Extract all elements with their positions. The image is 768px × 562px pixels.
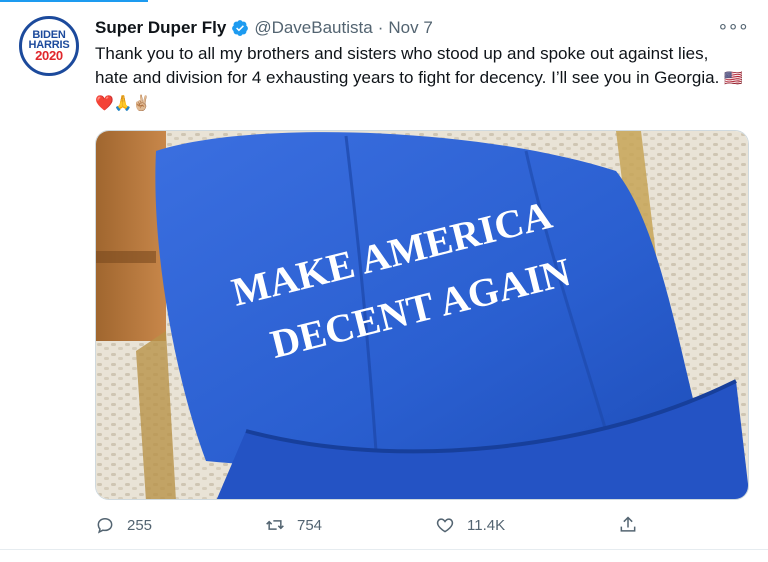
author-handle[interactable]: @DaveBautista	[254, 18, 372, 38]
tweet[interactable]: BIDEN HARRIS 2020 Super Duper Fly @DaveB…	[0, 0, 768, 562]
more-options-icon[interactable]: ∘∘∘	[717, 16, 749, 37]
share-button[interactable]	[618, 513, 638, 537]
tweet-media-image[interactable]: MAKE AMERICA DECENT AGAIN	[95, 130, 749, 500]
tweet-divider	[0, 549, 768, 550]
retweet-icon	[266, 520, 284, 530]
tweet-header: Super Duper Fly @DaveBautista · Nov 7	[95, 17, 433, 39]
share-icon	[620, 516, 636, 532]
tweet-text: Thank you to all my brothers and sisters…	[95, 42, 745, 116]
retweet-button[interactable]: 754	[265, 513, 322, 537]
like-button[interactable]: 11.4K	[435, 513, 505, 537]
tweet-body: Thank you to all my brothers and sisters…	[95, 44, 725, 87]
reply-icon	[97, 517, 113, 534]
like-count: 11.4K	[467, 516, 506, 534]
author-name[interactable]: Super Duper Fly	[95, 18, 226, 38]
wood-surface	[96, 131, 166, 341]
heart-icon	[436, 518, 454, 533]
avatar[interactable]: BIDEN HARRIS 2020	[19, 16, 79, 76]
tweet-actions: 255 754 11.4K	[95, 513, 655, 537]
reply-count: 255	[127, 516, 153, 534]
verified-badge-icon	[231, 19, 249, 37]
tweet-date[interactable]: Nov 7	[388, 18, 432, 38]
retweet-count: 754	[297, 516, 323, 534]
avatar-text-line3: 2020	[35, 48, 63, 63]
reply-button[interactable]: 255	[95, 513, 152, 537]
header-separator: ·	[377, 18, 384, 37]
